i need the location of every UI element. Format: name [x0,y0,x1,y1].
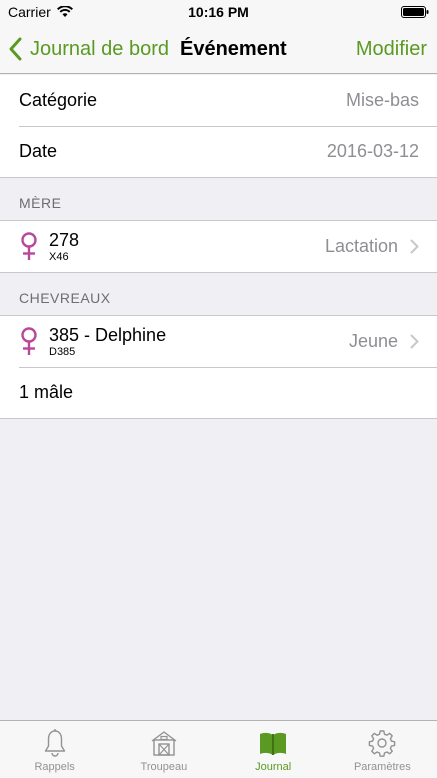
gear-icon [369,730,396,757]
kids-extra-row: 1 mâle [0,367,437,418]
tab-herd-label: Troupeau [140,761,188,773]
female-icon [21,326,37,355]
date-row: Date 2016-03-12 [0,126,437,177]
chevron-right-icon [410,239,419,254]
content: Catégorie Mise-bas Date 2016-03-12 MÈRE … [0,75,437,419]
back-button[interactable]: Journal de bord [8,24,169,74]
tab-reminders-label: Rappels [34,761,75,773]
mother-animal-text: 278 X46 [49,230,325,264]
chevron-left-icon [9,37,22,61]
mother-animal-name: 278 [49,229,80,250]
tab-journal[interactable]: Journal [219,721,328,778]
female-icon [21,231,37,260]
date-label: Date [19,141,58,161]
screen: Carrier 10:16 PM Journal de bord Événeme… [0,0,437,778]
edit-button[interactable]: Modifier [356,24,427,74]
book-icon [260,732,287,755]
tab-settings-label: Paramètres [353,761,411,773]
barn-icon [151,731,177,756]
back-button-label: Journal de bord [30,37,169,60]
tab-settings[interactable]: Paramètres [328,721,437,778]
page-title: Événement [180,38,287,60]
chevron-right-icon [410,334,419,349]
tab-reminders[interactable]: Rappels [0,721,109,778]
date-value: 2016-03-12 [326,141,419,161]
tab-herd[interactable]: Troupeau [109,721,218,778]
mother-animal-code: X46 [49,250,69,263]
mother-section-header: MÈRE [19,195,62,211]
category-label: Catégorie [19,90,98,110]
status-time: 10:16 PM [188,4,249,20]
category-value: Mise-bas [345,90,419,110]
details-group: Catégorie Mise-bas Date 2016-03-12 [0,75,437,178]
kid-animal-text: 385 - Delphine D385 [49,325,349,359]
kids-section-header: CHEVREAUX [19,290,111,306]
mother-group: 278 X46 Lactation [0,220,437,273]
kids-extra-label: 1 mâle [19,382,74,402]
status-bar: Carrier 10:16 PM [0,0,437,24]
kid-animal-status: Jeune [348,331,398,351]
tab-journal-label: Journal [255,761,292,773]
kid-animal-row[interactable]: 385 - Delphine D385 Jeune [0,316,437,367]
kids-group: 385 - Delphine D385 Jeune 1 mâle [0,315,437,419]
kid-animal-code: D385 [49,345,76,358]
category-row: Catégorie Mise-bas [0,75,437,126]
tab-bar: Rappels Troupeau Journal Paramètres [0,720,437,778]
navigation-bar: Journal de bord Événement Modifier [0,24,437,74]
bell-icon [44,729,65,757]
battery-icon [401,6,429,18]
mother-animal-status: Lactation [324,236,398,256]
mother-animal-row[interactable]: 278 X46 Lactation [0,221,437,272]
kid-animal-name: 385 - Delphine [49,324,167,345]
